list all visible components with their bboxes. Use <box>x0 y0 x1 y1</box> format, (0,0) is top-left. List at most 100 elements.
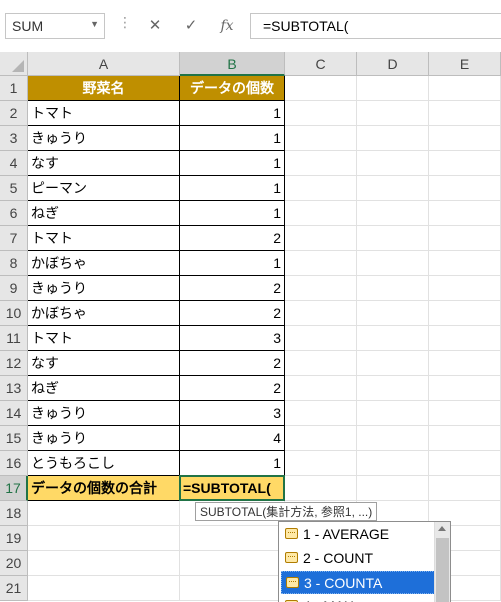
cell-a[interactable]: きゅうり <box>28 276 180 301</box>
cell-empty[interactable] <box>285 101 357 126</box>
row-header[interactable]: 3 <box>0 126 28 151</box>
cell-empty[interactable] <box>429 376 501 401</box>
cell-empty[interactable] <box>285 151 357 176</box>
cell-empty[interactable] <box>357 176 429 201</box>
cell-a[interactable]: かぼちゃ <box>28 251 180 276</box>
row-header[interactable]: 14 <box>0 401 28 426</box>
cell-empty[interactable] <box>285 426 357 451</box>
cell-empty[interactable] <box>357 451 429 476</box>
autocomplete-item[interactable]: 4 - MAX <box>281 595 435 602</box>
row-header[interactable]: 18 <box>0 501 28 526</box>
cell-empty[interactable] <box>180 526 285 551</box>
autocomplete-list[interactable]: 1 - AVERAGE 2 - COUNT 3 - COUNTA 4 - MAX <box>278 521 451 602</box>
cell-empty[interactable] <box>285 326 357 351</box>
check-icon[interactable]: ✓ <box>176 13 206 39</box>
cell-empty[interactable] <box>429 451 501 476</box>
cell-a[interactable]: ねぎ <box>28 376 180 401</box>
cell-empty[interactable] <box>429 401 501 426</box>
cell-a[interactable]: きゅうり <box>28 426 180 451</box>
cell-b[interactable]: 1 <box>180 251 285 276</box>
cell-empty[interactable] <box>285 276 357 301</box>
cell-empty[interactable] <box>285 351 357 376</box>
row-header[interactable]: 10 <box>0 301 28 326</box>
cell-empty[interactable] <box>357 301 429 326</box>
column-header-e[interactable]: E <box>429 52 501 76</box>
row-header[interactable]: 16 <box>0 451 28 476</box>
cancel-icon[interactable]: ✕ <box>140 13 170 39</box>
cell-empty[interactable] <box>429 126 501 151</box>
cell-b[interactable]: データの個数 <box>180 76 285 101</box>
cell-a[interactable]: きゅうり <box>28 126 180 151</box>
cell-b[interactable]: 4 <box>180 426 285 451</box>
cell-empty[interactable] <box>285 376 357 401</box>
cell-a[interactable]: とうもろこし <box>28 451 180 476</box>
cell-empty[interactable] <box>357 426 429 451</box>
row-header[interactable]: 9 <box>0 276 28 301</box>
cell-empty[interactable] <box>285 176 357 201</box>
scrollbar-thumb[interactable] <box>436 538 449 602</box>
cell-empty[interactable] <box>429 251 501 276</box>
cell-a[interactable]: ピーマン <box>28 176 180 201</box>
cell-empty[interactable] <box>357 251 429 276</box>
row-header[interactable]: 17 <box>0 476 28 501</box>
cell-b[interactable]: 3 <box>180 401 285 426</box>
cell-b[interactable]: 2 <box>180 276 285 301</box>
cell-empty[interactable] <box>285 201 357 226</box>
select-all-button[interactable] <box>0 52 28 76</box>
cell-empty[interactable] <box>285 476 357 501</box>
row-header[interactable]: 4 <box>0 151 28 176</box>
cell-b[interactable]: 2 <box>180 351 285 376</box>
cell-empty[interactable] <box>429 151 501 176</box>
cell-b[interactable]: 1 <box>180 151 285 176</box>
cell-empty[interactable] <box>180 551 285 576</box>
cell-a[interactable]: きゅうり <box>28 401 180 426</box>
cell-a[interactable]: 野菜名 <box>28 76 180 101</box>
cell-empty[interactable] <box>429 201 501 226</box>
cell-empty[interactable] <box>429 476 501 501</box>
insert-function-icon[interactable]: fx <box>212 13 242 39</box>
autocomplete-item[interactable]: 2 - COUNT <box>281 547 435 570</box>
cell-empty[interactable] <box>357 351 429 376</box>
row-header[interactable]: 20 <box>0 551 28 576</box>
row-header[interactable]: 7 <box>0 226 28 251</box>
cell-empty[interactable] <box>429 426 501 451</box>
chevron-down-icon[interactable]: ▼ <box>90 19 99 29</box>
row-header[interactable]: 19 <box>0 526 28 551</box>
cell-b[interactable]: 2 <box>180 376 285 401</box>
cell-empty[interactable] <box>429 101 501 126</box>
row-header[interactable]: 5 <box>0 176 28 201</box>
cell-empty[interactable] <box>285 301 357 326</box>
cell-empty[interactable] <box>285 126 357 151</box>
cell-a[interactable]: トマト <box>28 101 180 126</box>
scroll-up-icon[interactable] <box>438 526 446 531</box>
cell-empty[interactable] <box>357 326 429 351</box>
cell-empty[interactable] <box>429 301 501 326</box>
formula-input[interactable]: =SUBTOTAL( <box>250 13 501 39</box>
cell-empty[interactable] <box>357 101 429 126</box>
cell-b[interactable]: 1 <box>180 101 285 126</box>
row-header[interactable]: 15 <box>0 426 28 451</box>
cell-b[interactable]: 2 <box>180 301 285 326</box>
cell-a[interactable]: なす <box>28 351 180 376</box>
row-header[interactable]: 6 <box>0 201 28 226</box>
cell-empty[interactable] <box>357 401 429 426</box>
cell-empty[interactable] <box>429 351 501 376</box>
cell-empty[interactable] <box>285 401 357 426</box>
cell-empty[interactable] <box>285 251 357 276</box>
name-box[interactable]: SUM ▼ <box>5 13 105 39</box>
cell-empty[interactable] <box>28 526 180 551</box>
row-header[interactable]: 13 <box>0 376 28 401</box>
cell-empty[interactable] <box>429 226 501 251</box>
cell-b[interactable]: 2 <box>180 226 285 251</box>
cell-empty[interactable] <box>357 126 429 151</box>
cell-empty[interactable] <box>357 201 429 226</box>
cell-b[interactable]: 1 <box>180 201 285 226</box>
cell-empty[interactable] <box>28 551 180 576</box>
autocomplete-item[interactable]: 3 - COUNTA <box>281 571 435 594</box>
cell-empty[interactable] <box>357 76 429 101</box>
cell-empty[interactable] <box>429 276 501 301</box>
column-header-b[interactable]: B <box>180 52 285 76</box>
function-tooltip[interactable]: SUBTOTAL(集計方法, 参照1, ...) <box>195 502 378 521</box>
cell-empty[interactable] <box>357 276 429 301</box>
cell-empty[interactable] <box>357 376 429 401</box>
